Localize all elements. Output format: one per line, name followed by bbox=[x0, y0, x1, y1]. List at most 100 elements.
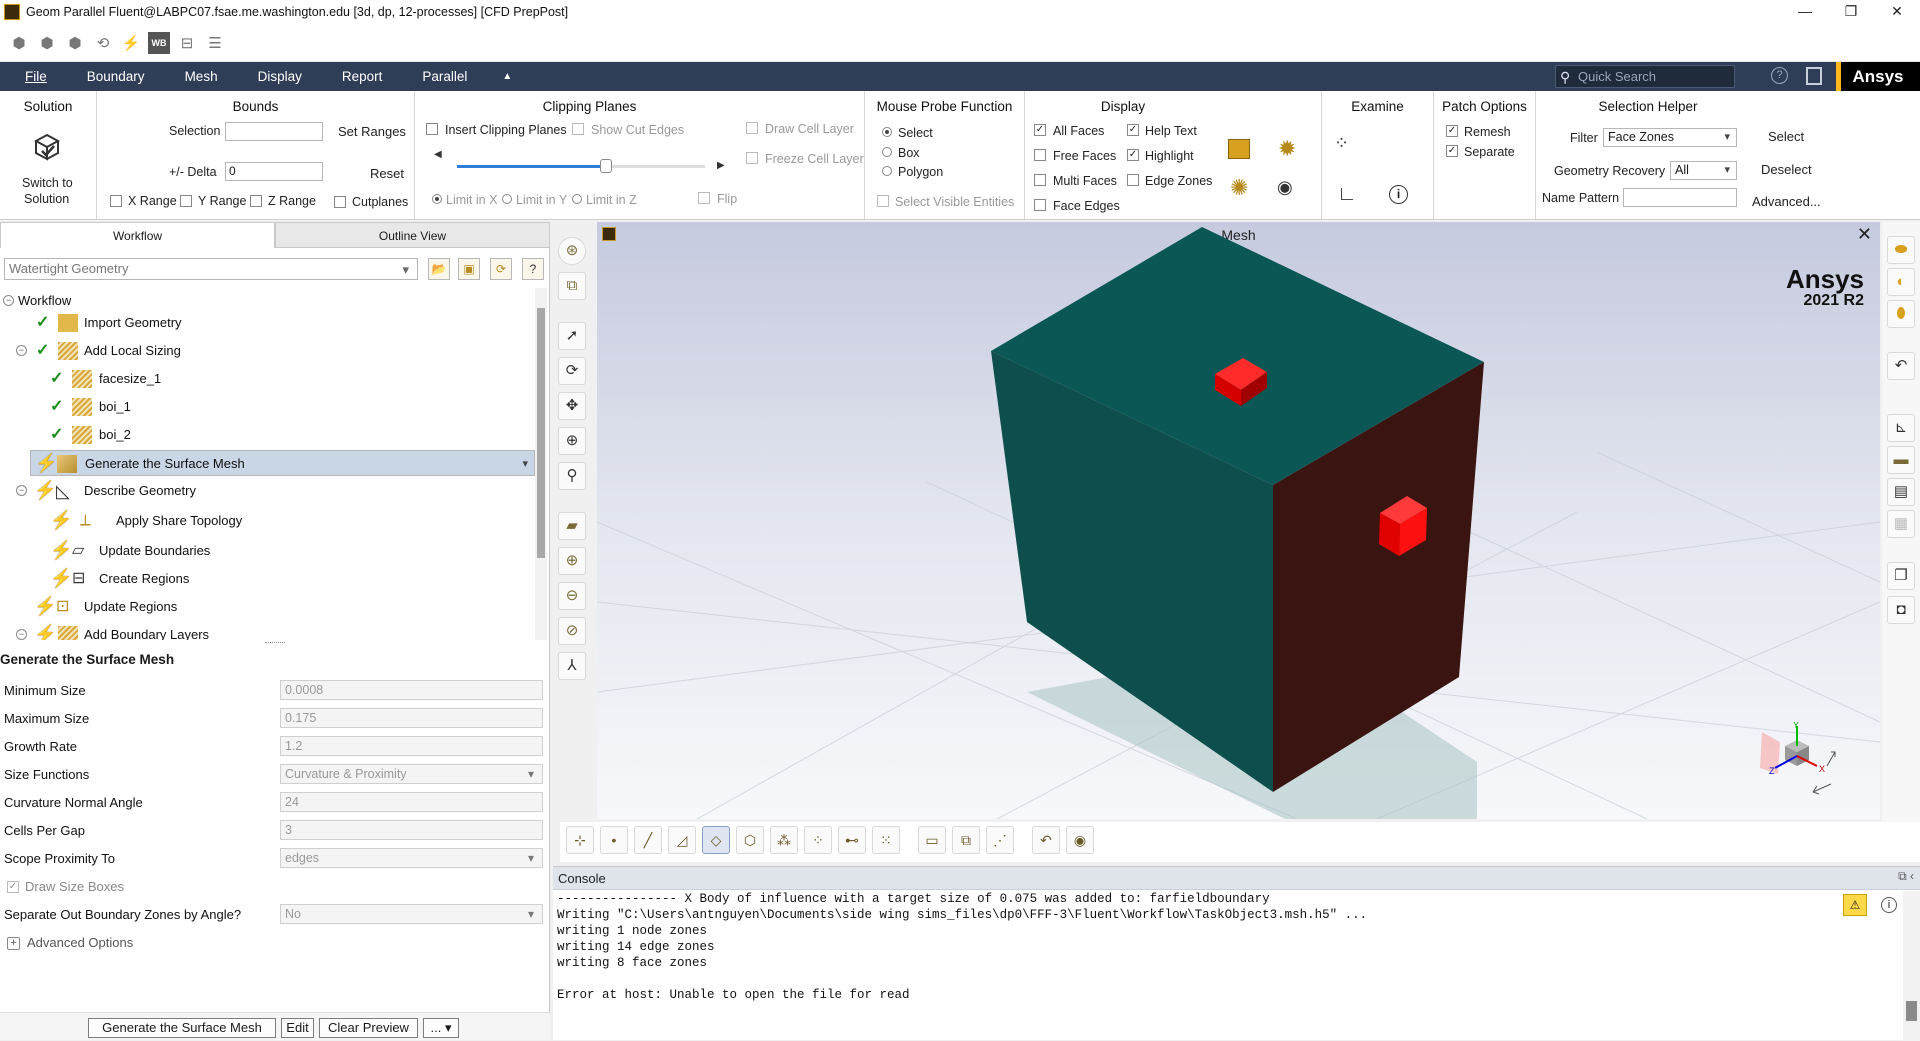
select-face-icon[interactable]: ◿ bbox=[668, 826, 696, 854]
info-icon[interactable]: i bbox=[1881, 897, 1897, 913]
face-edges-checkbox[interactable] bbox=[1034, 199, 1046, 211]
tree-scrollbar[interactable] bbox=[535, 288, 547, 640]
growth-rate-field[interactable]: 1.2 bbox=[280, 736, 543, 756]
collapse-icon[interactable]: − bbox=[16, 345, 27, 356]
tree-item-boi-1[interactable]: ✓ boi_1 bbox=[0, 394, 535, 420]
name-pattern-input[interactable] bbox=[1623, 188, 1737, 207]
slider-left-arrow[interactable]: ◀ bbox=[434, 149, 442, 160]
clear-preview-button[interactable]: Clear Preview bbox=[319, 1018, 418, 1038]
save-workflow-icon[interactable]: ▣ bbox=[458, 258, 480, 280]
revert-workflow-icon[interactable]: ⟳ bbox=[490, 258, 512, 280]
limit-y-radio[interactable] bbox=[502, 194, 512, 204]
tree-item-update-regions[interactable]: ⚡ ⊡ Update Regions bbox=[0, 594, 535, 620]
select-pointer-icon[interactable]: ➚ bbox=[558, 322, 586, 350]
undo-icon[interactable]: ↶ bbox=[1032, 826, 1060, 854]
highlight-checkbox[interactable]: ✓ bbox=[1127, 149, 1139, 161]
draw-size-boxes-checkbox[interactable]: ✓ bbox=[7, 881, 19, 893]
undo-view-icon[interactable]: ↶ bbox=[1887, 352, 1915, 380]
refresh-icon[interactable]: ⟲ bbox=[92, 32, 114, 54]
geometry-recovery-select[interactable]: All bbox=[1670, 161, 1737, 180]
read-data-icon[interactable]: ⬢ bbox=[64, 32, 86, 54]
workflow-type-select[interactable]: Watertight Geometry bbox=[4, 258, 418, 280]
workbench-icon[interactable]: WB bbox=[148, 31, 170, 54]
tree-item-update-boundaries[interactable]: ⚡ ▱ Update Boundaries bbox=[0, 538, 535, 564]
collapse-ribbon-icon[interactable]: ▲ bbox=[502, 71, 512, 82]
multi-faces-checkbox[interactable] bbox=[1034, 174, 1046, 186]
help-text-checkbox[interactable]: ✓ bbox=[1127, 124, 1139, 136]
settings-list-icon[interactable]: ☰ bbox=[204, 32, 226, 54]
label-icon[interactable]: ▭ bbox=[918, 826, 946, 854]
clipping-slider-thumb[interactable] bbox=[599, 159, 612, 173]
console-dock-icon[interactable]: ⧉ ‹ bbox=[1898, 869, 1914, 884]
pan-icon[interactable]: ✥ bbox=[558, 392, 586, 420]
edit-button[interactable]: Edit bbox=[281, 1018, 314, 1038]
tree-item-describe-geometry[interactable]: − ⚡ ◺ Describe Geometry bbox=[0, 478, 535, 504]
limit-z-radio[interactable] bbox=[572, 194, 582, 204]
show-cut-edges-checkbox[interactable] bbox=[572, 123, 584, 135]
mesh-display-icon[interactable]: ✺ bbox=[1230, 175, 1248, 201]
document-icon[interactable] bbox=[1806, 67, 1822, 85]
minimum-size-field[interactable]: 0.0008 bbox=[280, 680, 543, 700]
isometric-view-icon[interactable]: ⧉ bbox=[558, 272, 586, 300]
x-range-checkbox[interactable] bbox=[110, 195, 122, 207]
select-position-icon[interactable]: ⊹ bbox=[566, 826, 594, 854]
freeze-cell-layer-checkbox[interactable] bbox=[746, 152, 758, 164]
rotate-icon[interactable]: ⟳ bbox=[558, 357, 586, 385]
tree-item-import-geometry[interactable]: ✓ Import Geometry bbox=[0, 310, 535, 336]
select-button[interactable]: Select bbox=[1768, 129, 1804, 144]
zoom-to-fit-icon[interactable]: ⊕ bbox=[558, 547, 586, 575]
insert-clipping-checkbox[interactable] bbox=[426, 123, 438, 135]
select-cell-icon[interactable]: ⬡ bbox=[736, 826, 764, 854]
zoom-in-icon[interactable]: ⊖ bbox=[558, 582, 586, 610]
more-options-button[interactable]: ... ▾ bbox=[423, 1018, 459, 1038]
menu-report[interactable]: Report bbox=[317, 69, 398, 84]
copy-view-icon[interactable]: ❐ bbox=[1887, 562, 1915, 590]
axes-icon[interactable]: ⅄ bbox=[558, 652, 586, 680]
separate-zones-select[interactable]: No bbox=[280, 904, 543, 924]
menu-file[interactable]: File bbox=[0, 69, 62, 84]
mesh-viewport[interactable] bbox=[597, 222, 1880, 819]
tree-scrollbar-thumb[interactable] bbox=[537, 308, 545, 558]
collapse-icon[interactable]: − bbox=[16, 629, 27, 640]
edge-zones-checkbox[interactable] bbox=[1127, 174, 1139, 186]
generate-surface-mesh-button[interactable]: Generate the Surface Mesh bbox=[88, 1018, 276, 1038]
legend-icon[interactable]: ▦ bbox=[1887, 510, 1915, 538]
collapse-icon[interactable]: − bbox=[16, 485, 27, 496]
side-view-icon[interactable]: ◐ bbox=[1887, 268, 1915, 296]
warning-icon[interactable]: ⚠ bbox=[1843, 894, 1867, 916]
top-view-icon[interactable]: ⬮ bbox=[1887, 300, 1915, 328]
display-options-icon[interactable] bbox=[1228, 139, 1250, 159]
probe-polygon-radio[interactable] bbox=[882, 166, 892, 176]
selection-input[interactable] bbox=[225, 122, 323, 141]
layout-icon[interactable]: ⊟ bbox=[176, 32, 198, 54]
help-icon[interactable]: ? bbox=[1771, 67, 1788, 84]
close-window-button[interactable]: ✕ bbox=[1874, 0, 1920, 24]
help-workflow-icon[interactable]: ? bbox=[522, 258, 544, 280]
console-scrollbar[interactable] bbox=[1903, 891, 1920, 1041]
size-functions-select[interactable]: Curvature & Proximity bbox=[280, 764, 543, 784]
y-range-checkbox[interactable] bbox=[180, 195, 192, 207]
restore-button[interactable]: ❐ bbox=[1828, 0, 1874, 24]
menu-display[interactable]: Display bbox=[233, 69, 317, 84]
info-icon[interactable]: i bbox=[1389, 185, 1408, 204]
select-region-icon[interactable]: ⁙ bbox=[872, 826, 900, 854]
advanced-options-row[interactable]: + Advanced Options bbox=[0, 931, 550, 955]
delta-input[interactable]: 0 bbox=[225, 162, 323, 181]
select-node-icon[interactable]: • bbox=[600, 826, 628, 854]
menu-parallel[interactable]: Parallel bbox=[397, 69, 482, 84]
tree-item-facesize[interactable]: ✓ facesize_1 bbox=[0, 366, 535, 392]
tree-item-generate-surface-mesh[interactable]: ⚡ Generate the Surface Mesh bbox=[30, 450, 535, 477]
console-output[interactable]: ---------------- X Body of influence wit… bbox=[557, 891, 1887, 1031]
expand-icon[interactable]: + bbox=[7, 937, 20, 950]
graphics-window[interactable]: Mesh ✕ Ansys 2021 R2 Y X Z bbox=[597, 222, 1880, 819]
tree-item-boi-2[interactable]: ✓ boi_2 bbox=[0, 422, 535, 448]
maximum-size-field[interactable]: 0.175 bbox=[280, 708, 543, 728]
select-multi-icon[interactable]: ⁘ bbox=[804, 826, 832, 854]
open-workflow-icon[interactable]: 📂 bbox=[428, 258, 450, 280]
lights-icon[interactable]: ✹ bbox=[1278, 136, 1296, 162]
zoom-icon[interactable]: ⊕ bbox=[558, 427, 586, 455]
slider-right-arrow[interactable]: ▶ bbox=[717, 160, 725, 171]
advanced-button[interactable]: Advanced... bbox=[1752, 194, 1821, 209]
clipping-slider-track[interactable] bbox=[457, 159, 705, 173]
front-view-icon[interactable]: ⬬ bbox=[1887, 236, 1915, 264]
